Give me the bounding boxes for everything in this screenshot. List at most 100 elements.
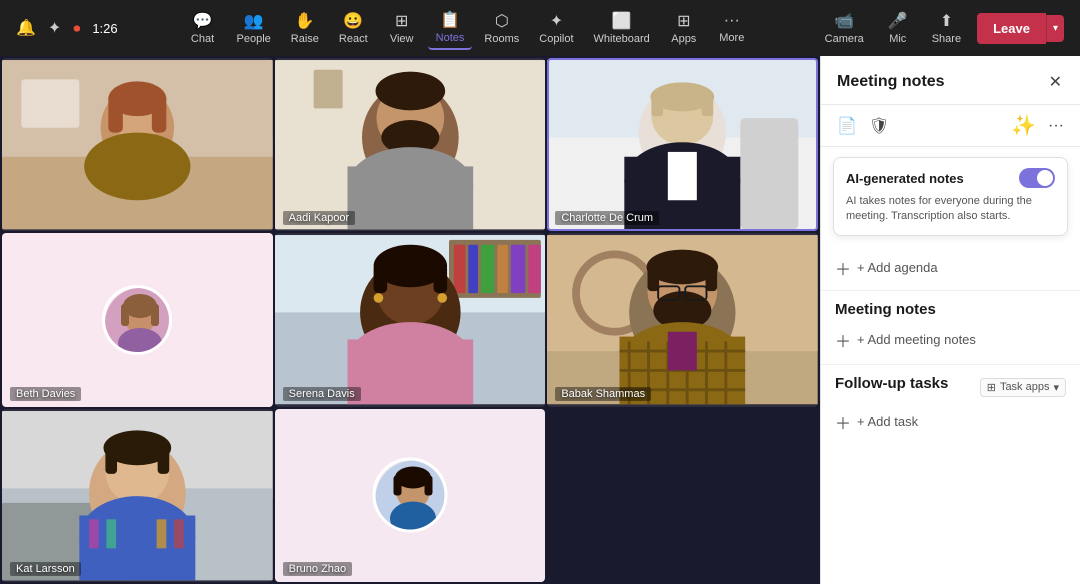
nav-rooms[interactable]: ⬡ Rooms	[476, 7, 527, 49]
add-agenda-row[interactable]: ＋ + Add agenda	[835, 254, 1066, 282]
nav-apps[interactable]: ⊞ Apps	[662, 7, 706, 49]
main-content: Aadi Kapoor	[0, 56, 1080, 584]
participant-name-charlotte: Charlotte De Crum	[555, 211, 659, 225]
video-cell-7[interactable]: Kat Larsson	[2, 409, 273, 582]
add-agenda-icon: ＋	[835, 256, 851, 280]
shield-icon[interactable]: 🛡	[869, 116, 889, 136]
video-cell-3-active[interactable]: Charlotte De Crum	[547, 58, 818, 231]
video-placeholder-5	[275, 233, 546, 406]
notes-doc-icon[interactable]: 📄	[837, 116, 857, 136]
raise-icon: ✋	[295, 11, 315, 31]
leave-dropdown[interactable]: ▾	[1046, 15, 1064, 42]
ai-notes-label: AI-generated notes	[846, 171, 964, 186]
task-apps-chevron: ▾	[1053, 381, 1059, 394]
agenda-section: ＋ + Add agenda	[821, 246, 1080, 291]
panel-header: Meeting notes ✕	[821, 56, 1080, 105]
video-cell-6[interactable]: Babak Shammas	[547, 233, 818, 406]
nav-chat[interactable]: 💬 Chat	[181, 7, 225, 49]
nav-people-label: People	[237, 33, 271, 45]
nav-react-label: React	[339, 33, 368, 45]
add-task-icon: ＋	[835, 410, 851, 434]
tasks-header: Follow-up tasks ⊞ Task apps ▾	[835, 375, 1066, 400]
participant-name-aadi: Aadi Kapoor	[283, 211, 356, 225]
nav-copilot-label: Copilot	[539, 33, 573, 45]
ai-magic-button[interactable]: ✨	[1011, 113, 1036, 138]
nav-view-label: View	[390, 33, 414, 45]
share-button[interactable]: ⬆ Share	[924, 7, 969, 49]
share-icon: ⬆	[940, 11, 953, 31]
camera-label: Camera	[825, 33, 864, 45]
video-cell-4[interactable]: Beth Davies	[2, 233, 273, 406]
nav-people[interactable]: 👥 People	[229, 7, 279, 49]
panel-toolbar: 📄 🛡 ✨ ···	[821, 105, 1080, 147]
panel-title: Meeting notes	[837, 73, 945, 91]
nav-bar: 💬 Chat 👥 People ✋ Raise 😀 React ⊞ View 📋…	[181, 6, 754, 50]
video-placeholder-3	[547, 58, 818, 231]
nav-whiteboard-label: Whiteboard	[594, 33, 650, 45]
add-task-label: + Add task	[857, 414, 918, 429]
ai-notes-card: AI-generated notes AI takes notes for ev…	[833, 157, 1068, 236]
panel-more-button[interactable]: ···	[1048, 117, 1064, 135]
video-grid: Aadi Kapoor	[0, 56, 820, 584]
nav-more[interactable]: ··· More	[710, 8, 754, 48]
participant-name-serena: Serena Davis	[283, 387, 361, 401]
add-notes-row[interactable]: ＋ + Add meeting notes	[835, 326, 1066, 354]
record-icon: ⏺	[73, 20, 80, 37]
ai-notes-description: AI takes notes for everyone during the m…	[846, 194, 1055, 225]
video-placeholder-6	[547, 233, 818, 406]
settings-icon: ✦	[48, 18, 61, 38]
ai-notes-toggle[interactable]	[1019, 168, 1055, 188]
nav-rooms-label: Rooms	[484, 33, 519, 45]
panel-close-button[interactable]: ✕	[1047, 70, 1064, 94]
top-bar-left: 🔔 ✦ ⏺ 1:26	[16, 18, 118, 38]
add-notes-icon: ＋	[835, 328, 851, 352]
nav-chat-label: Chat	[191, 33, 214, 45]
more-icon: ···	[724, 12, 740, 30]
video-cell-5[interactable]: Serena Davis	[275, 233, 546, 406]
nav-raise[interactable]: ✋ Raise	[283, 7, 327, 49]
avatar-bruno	[372, 458, 447, 533]
chat-icon: 💬	[193, 11, 213, 31]
add-agenda-label: + Add agenda	[857, 260, 938, 275]
side-panel: Meeting notes ✕ 📄 🛡 ✨ ··· AI-generated n…	[820, 56, 1080, 584]
notes-section: Meeting notes ＋ + Add meeting notes	[821, 291, 1080, 365]
tasks-section: Follow-up tasks ⊞ Task apps ▾ ＋ + Add ta…	[821, 365, 1080, 446]
participant-name-bruno: Bruno Zhao	[283, 562, 352, 576]
mic-button[interactable]: 🎤 Mic	[880, 7, 916, 49]
people-icon: 👥	[244, 11, 264, 31]
add-notes-label: + Add meeting notes	[857, 332, 976, 347]
leave-button-group: Leave ▾	[977, 13, 1064, 44]
task-apps-label: Task apps	[1000, 381, 1050, 393]
share-label: Share	[932, 33, 961, 45]
participant-name-beth: Beth Davies	[10, 387, 81, 401]
leave-button[interactable]: Leave	[977, 13, 1046, 44]
add-task-row[interactable]: ＋ + Add task	[835, 408, 1066, 436]
video-cell-1[interactable]	[2, 58, 273, 231]
notes-section-title: Meeting notes	[835, 301, 1066, 318]
whiteboard-icon: ⬜	[612, 11, 632, 31]
camera-button[interactable]: 📹 Camera	[817, 7, 872, 49]
nav-notes[interactable]: 📋 Notes	[428, 6, 473, 50]
nav-copilot[interactable]: ✦ Copilot	[531, 7, 581, 49]
top-bar: 🔔 ✦ ⏺ 1:26 💬 Chat 👥 People ✋ Raise 😀 Rea…	[0, 0, 1080, 56]
ai-notes-header: AI-generated notes	[846, 168, 1055, 188]
camera-icon: 📹	[834, 11, 854, 31]
apps-icon: ⊞	[677, 11, 690, 31]
nav-react[interactable]: 😀 React	[331, 7, 376, 49]
nav-more-label: More	[719, 32, 744, 44]
nav-apps-label: Apps	[671, 33, 696, 45]
video-placeholder-2	[275, 58, 546, 231]
video-cell-8[interactable]: Bruno Zhao	[275, 409, 546, 582]
notes-icon: 📋	[440, 10, 460, 30]
video-cell-2[interactable]: Aadi Kapoor	[275, 58, 546, 231]
nav-whiteboard[interactable]: ⬜ Whiteboard	[586, 7, 658, 49]
participant-name-babak: Babak Shammas	[555, 387, 651, 401]
task-apps-button[interactable]: ⊞ Task apps ▾	[980, 378, 1066, 397]
react-icon: 😀	[343, 11, 363, 31]
task-apps-icon: ⊞	[987, 381, 996, 394]
view-icon: ⊞	[395, 11, 408, 31]
notification-icon: 🔔	[16, 18, 36, 38]
nav-view[interactable]: ⊞ View	[380, 7, 424, 49]
nav-raise-label: Raise	[291, 33, 319, 45]
mic-label: Mic	[889, 33, 906, 45]
